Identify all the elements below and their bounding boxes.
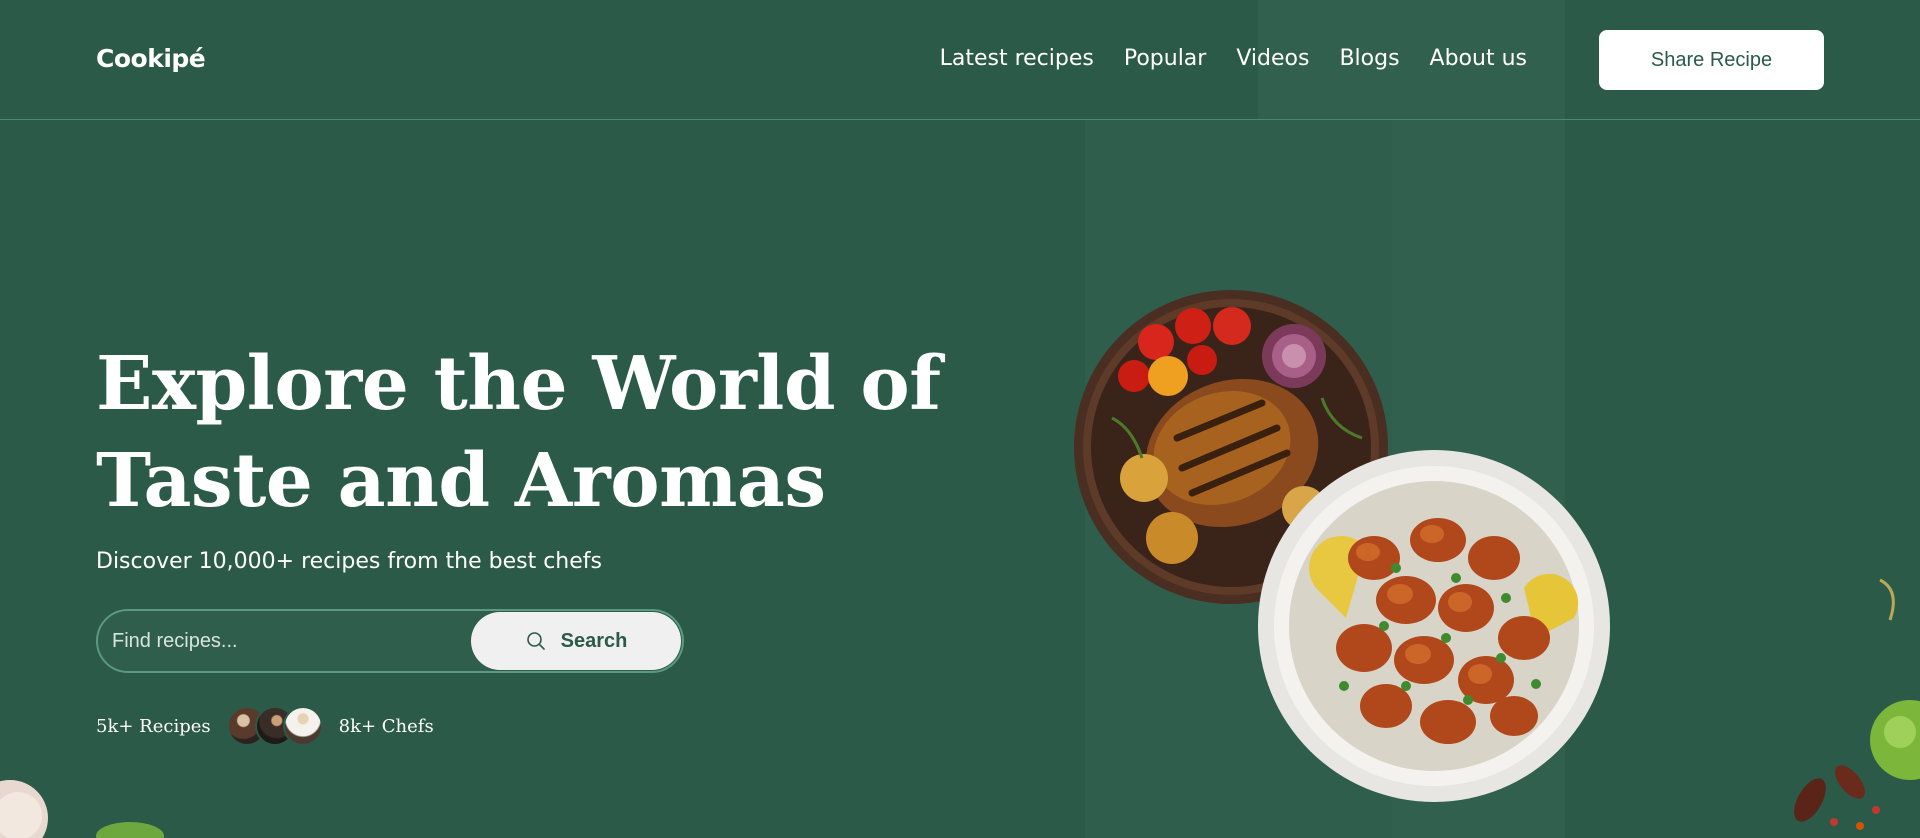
recipes-count: 5k+ Recipes (96, 715, 211, 737)
stats: 5k+ Recipes 8k+ Chefs (96, 702, 434, 750)
share-recipe-button[interactable]: Share Recipe (1599, 30, 1824, 90)
logo[interactable]: Cookipé (96, 44, 206, 73)
search-input[interactable] (112, 623, 462, 659)
hero-title-line-1: Explore the World of (96, 341, 941, 427)
chefs-count: 8k+ Chefs (338, 715, 434, 737)
search-bar: Search (96, 609, 684, 673)
nav-link-videos[interactable]: Videos (1236, 46, 1309, 71)
search-button-label: Search (560, 629, 628, 652)
search-button[interactable]: Search (471, 612, 681, 670)
chicken-tikka-dish-image (1258, 450, 1610, 802)
nav-link-blogs[interactable]: Blogs (1339, 46, 1399, 71)
hero-title: Explore the World of Taste and Aromas (96, 336, 996, 530)
chef-avatars (226, 706, 323, 746)
navbar: Cookipé Latest recipes Popular Videos Bl… (0, 0, 1920, 120)
nav-link-about-us[interactable]: About us (1430, 46, 1527, 71)
nav-link-latest-recipes[interactable]: Latest recipes (940, 46, 1094, 71)
decorative-garnish-right (1794, 578, 1920, 830)
chef-avatar (282, 706, 323, 746)
nav-links: Latest recipes Popular Videos Blogs Abou… (940, 46, 1527, 71)
hero-title-line-2: Taste and Aromas (96, 438, 826, 524)
decorative-garnish-left (0, 780, 164, 838)
search-icon (526, 632, 545, 650)
hero-subtitle: Discover 10,000+ recipes from the best c… (96, 549, 602, 574)
nav-link-popular[interactable]: Popular (1124, 46, 1207, 71)
